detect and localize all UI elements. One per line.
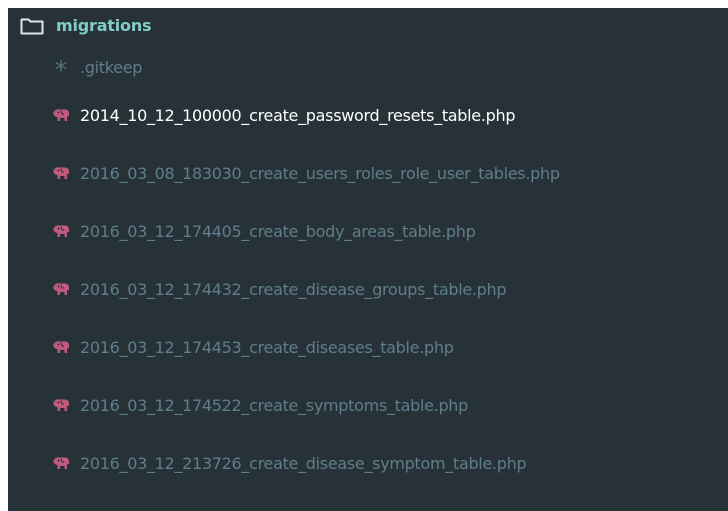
- file-item[interactable]: 2014_10_12_100000_create_password_resets…: [8, 86, 728, 144]
- file-item[interactable]: 2016_03_12_174432_create_disease_groups_…: [8, 260, 728, 318]
- folder-label: migrations: [56, 15, 152, 35]
- file-item[interactable]: 2016_03_12_174522_create_symptoms_table.…: [8, 376, 728, 434]
- php-elephant-icon: [52, 107, 70, 123]
- folder-icon: [20, 17, 44, 35]
- file-item[interactable]: 2016_03_12_174453_create_diseases_table.…: [8, 318, 728, 376]
- file-label: 2014_10_12_100000_create_password_resets…: [80, 105, 516, 125]
- file-item[interactable]: * .gitkeep: [8, 48, 728, 86]
- file-explorer-panel: migrations * .gitkeep 2014_10_12_100000_cr…: [8, 8, 728, 511]
- file-label: 2016_03_12_174432_create_disease_groups_…: [80, 279, 507, 299]
- file-label: 2016_03_12_174453_create_diseases_table.…: [80, 337, 454, 357]
- asterisk-icon: *: [54, 55, 68, 86]
- file-label: 2016_03_12_213726_create_disease_symptom…: [80, 453, 527, 473]
- file-label: .gitkeep: [80, 57, 143, 77]
- file-item[interactable]: 2016_03_08_183030_create_users_roles_rol…: [8, 144, 728, 202]
- file-item[interactable]: 2016_03_12_174405_create_body_areas_tabl…: [8, 202, 728, 260]
- file-list: * .gitkeep 2014_10_12_100000_create_passwo…: [8, 58, 728, 492]
- php-elephant-icon: [52, 165, 70, 181]
- file-label: 2016_03_12_174522_create_symptoms_table.…: [80, 395, 468, 415]
- file-label: 2016_03_08_183030_create_users_roles_rol…: [80, 163, 560, 183]
- php-elephant-icon: [52, 223, 70, 239]
- file-item[interactable]: 2016_03_12_213726_create_disease_symptom…: [8, 434, 728, 492]
- php-elephant-icon: [52, 455, 70, 471]
- php-elephant-icon: [52, 397, 70, 413]
- folder-migrations[interactable]: migrations: [8, 8, 728, 42]
- file-label: 2016_03_12_174405_create_body_areas_tabl…: [80, 221, 476, 241]
- php-elephant-icon: [52, 281, 70, 297]
- php-elephant-icon: [52, 339, 70, 355]
